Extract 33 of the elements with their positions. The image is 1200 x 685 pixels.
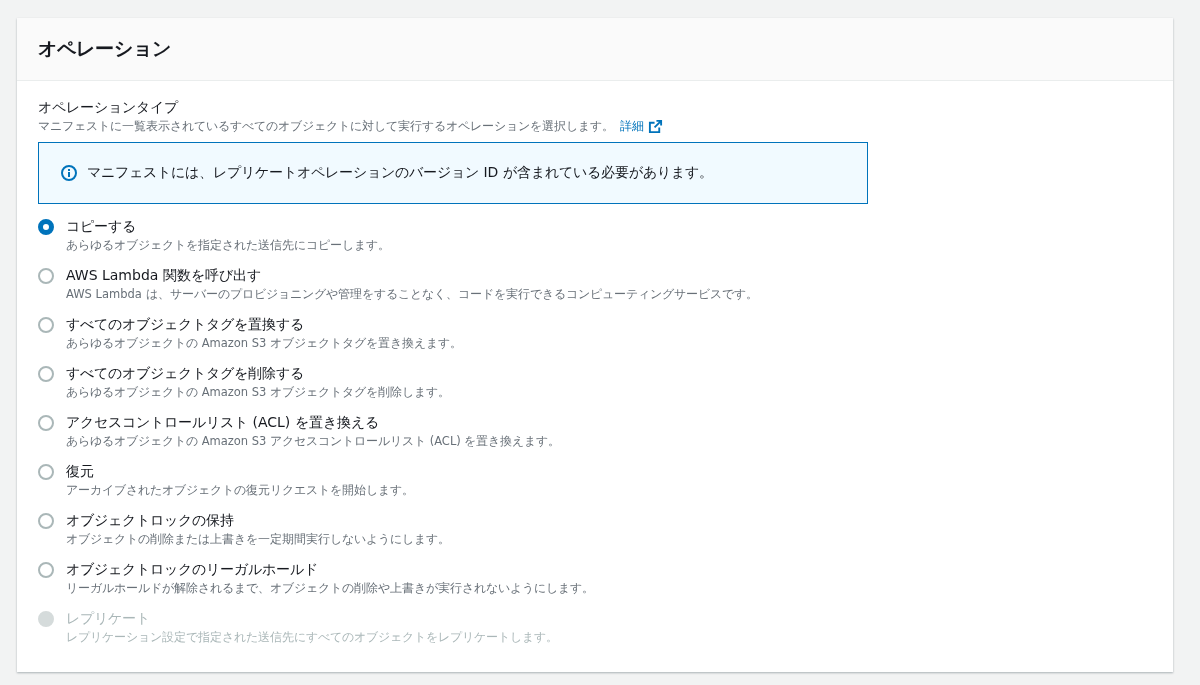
radio-button[interactable] — [38, 415, 54, 431]
radio-button[interactable] — [38, 464, 54, 480]
option-label: レプリケート — [66, 609, 151, 628]
radio-button[interactable] — [38, 268, 54, 284]
option-label: オブジェクトロックのリーガルホールド — [66, 560, 319, 579]
radio-button[interactable] — [38, 562, 54, 578]
radio-button[interactable] — [38, 317, 54, 333]
option-label: すべてのオブジェクトタグを削除する — [66, 364, 305, 383]
option-label: すべてのオブジェクトタグを置換する — [66, 315, 305, 334]
radio-button[interactable] — [38, 219, 54, 235]
option-description: あらゆるオブジェクトを指定された送信先にコピーします。 — [66, 237, 390, 254]
radio-button[interactable] — [38, 513, 54, 529]
alert-message: マニフェストには、レプリケートオペレーションのバージョン ID が含まれている必要があります。 — [87, 164, 713, 182]
option-label: コピーする — [66, 217, 137, 236]
option-label: 復元 — [66, 462, 95, 481]
field-label: オペレーションタイプ — [38, 98, 180, 117]
option-description: リーガルホールドが解除されるまで、オブジェクトの削除や上書きが実行されないようにします。 — [66, 580, 594, 597]
panel-title: オペレーション — [38, 36, 171, 61]
option-description: アーカイブされたオブジェクトの復元リクエストを開始します。 — [66, 482, 414, 499]
option-label: アクセスコントロールリスト (ACL) を置き換える — [66, 413, 380, 432]
option-description: あらゆるオブジェクトの Amazon S3 オブジェクトタグを置き換えます。 — [66, 335, 463, 352]
option-description: AWS Lambda は、サーバーのプロビジョニングや管理をすることなく、コードを実行できるコンピューティングサービスです。 — [66, 286, 758, 303]
learn-more-link[interactable]: 詳細 — [620, 117, 644, 135]
option-description: あらゆるオブジェクトの Amazon S3 アクセスコントロールリスト (ACL) を置き換えます。 — [66, 433, 561, 450]
info-icon — [61, 165, 77, 181]
external-link-icon — [648, 118, 663, 134]
field-description: マニフェストに一覧表示されているすべてのオブジェクトに対して実行するオペレーションを選択します。 — [38, 118, 614, 135]
option-description: レプリケーション設定で指定された送信先にすべてのオブジェクトをレプリケートします。 — [66, 629, 558, 646]
option-label: オブジェクトロックの保持 — [66, 511, 235, 530]
radio-button[interactable] — [38, 366, 54, 382]
option-label: AWS Lambda 関数を呼び出す — [66, 266, 262, 285]
option-description: あらゆるオブジェクトの Amazon S3 オブジェクトタグを削除します。 — [66, 384, 451, 401]
option-description: オブジェクトの削除または上書きを一定期間実行しないようにします。 — [66, 531, 450, 548]
